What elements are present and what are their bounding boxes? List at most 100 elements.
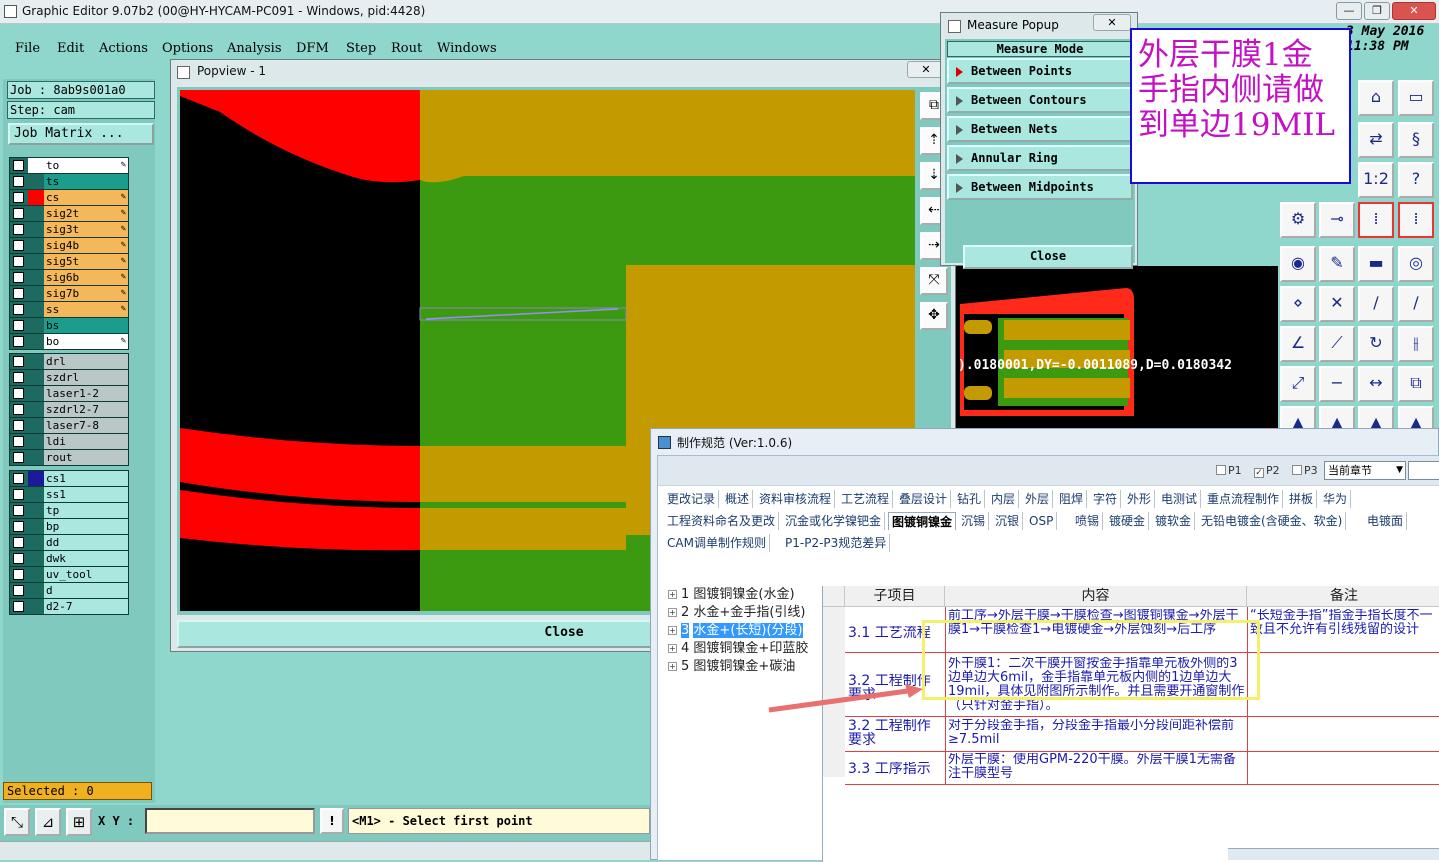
layer-name[interactable]: sig2t ✎ bbox=[44, 206, 128, 221]
target-tool-icon[interactable]: ◎ bbox=[1398, 246, 1434, 282]
zoom-area-icon[interactable]: ⤡ bbox=[4, 808, 30, 836]
menu-rout[interactable]: Rout bbox=[391, 41, 422, 56]
tree-item[interactable]: +4 图镀铜镍金+印蓝胶 bbox=[668, 640, 808, 658]
menu-dfm[interactable]: DFM bbox=[296, 41, 329, 56]
layer-row[interactable]: laser7-8 bbox=[10, 418, 128, 434]
rotate-tool-icon[interactable]: ↻ bbox=[1358, 326, 1394, 362]
layer-checkbox[interactable] bbox=[13, 388, 24, 399]
expand-icon[interactable]: + bbox=[668, 626, 677, 635]
layer-name[interactable]: uv_tool bbox=[44, 567, 128, 582]
spec-tab[interactable]: 外层 bbox=[1022, 490, 1054, 508]
tree-item[interactable]: +2 水金+金手指(引线) bbox=[668, 604, 805, 622]
layer-name[interactable]: laser7-8 bbox=[44, 418, 128, 433]
menu-options[interactable]: Options bbox=[162, 41, 213, 56]
pads-tool-icon[interactable]: ⁞ bbox=[1358, 202, 1394, 238]
layer-checkbox[interactable] bbox=[13, 288, 24, 299]
menu-step[interactable]: Step bbox=[346, 41, 376, 56]
spec-tab[interactable]: 沉银 bbox=[992, 512, 1024, 530]
layer-name[interactable]: sig5t ✎ bbox=[44, 254, 128, 269]
layer-row[interactable]: d bbox=[10, 583, 128, 599]
connect-tool-icon[interactable]: ⋄ bbox=[1280, 286, 1316, 322]
alert-button[interactable]: ! bbox=[320, 808, 344, 834]
layer-checkbox[interactable] bbox=[13, 537, 24, 548]
ruler-tool-icon[interactable]: ▬ bbox=[1358, 246, 1394, 282]
check-p3[interactable]: P3 bbox=[1292, 464, 1318, 477]
menu-file[interactable]: File bbox=[15, 41, 40, 56]
layer-name[interactable]: ts bbox=[44, 174, 128, 189]
layer-checkbox[interactable] bbox=[13, 505, 24, 516]
check-p1[interactable]: P1 bbox=[1216, 464, 1242, 477]
chapter-select[interactable]: 当前章节 ▼ bbox=[1324, 461, 1406, 480]
layer-name[interactable]: bo ✎ bbox=[44, 334, 128, 349]
layer-checkbox[interactable] bbox=[13, 372, 24, 383]
close-window-button[interactable]: ✕ bbox=[1392, 2, 1436, 20]
layer-checkbox[interactable] bbox=[13, 224, 24, 235]
layer-row[interactable]: sig7b ✎ bbox=[10, 286, 128, 302]
layer-checkbox[interactable] bbox=[13, 553, 24, 564]
layer-checkbox[interactable] bbox=[13, 521, 24, 532]
graphics-area-right[interactable]: ).0180001,DY=-0.0011089,D=0.0180342 bbox=[956, 266, 1278, 430]
layer-checkbox[interactable] bbox=[13, 320, 24, 331]
mode-between-nets[interactable]: Between Nets bbox=[947, 116, 1133, 142]
snap-grid-icon[interactable]: ⊞ bbox=[66, 808, 92, 836]
layer-checkbox[interactable] bbox=[13, 192, 24, 203]
spec-tab[interactable]: 字符 bbox=[1090, 490, 1122, 508]
spec-tab[interactable]: 华为 bbox=[1320, 490, 1352, 508]
layer-name[interactable]: drl bbox=[44, 354, 128, 369]
minimize-button[interactable]: — bbox=[1336, 2, 1362, 20]
layer-row[interactable]: drl bbox=[10, 354, 128, 370]
spec-tab[interactable]: 镀软金 bbox=[1152, 512, 1196, 530]
cross-tool-icon[interactable]: ✕ bbox=[1319, 286, 1355, 322]
menu-windows[interactable]: Windows bbox=[437, 41, 497, 56]
spec-tab[interactable]: 拼板 bbox=[1286, 490, 1318, 508]
expand-icon[interactable]: + bbox=[668, 644, 677, 653]
spec-tab[interactable]: P1-P2-P3规范差异 bbox=[782, 534, 891, 552]
spec-tab[interactable]: OSP bbox=[1026, 512, 1058, 530]
minus-tool-icon[interactable]: − bbox=[1319, 366, 1355, 402]
menu-actions[interactable]: Actions bbox=[99, 41, 148, 56]
check-p2[interactable]: ✓ P2 bbox=[1254, 464, 1280, 478]
layer-name[interactable]: ldi bbox=[44, 434, 128, 449]
help-tool-icon[interactable]: ? bbox=[1398, 162, 1434, 198]
layer-checkbox[interactable] bbox=[13, 304, 24, 315]
layer-checkbox[interactable] bbox=[13, 176, 24, 187]
layer-row[interactable]: dwk bbox=[10, 551, 128, 567]
spec-tab[interactable]: 更改记录 bbox=[664, 490, 720, 508]
mode-between-points[interactable]: Between Points bbox=[947, 58, 1133, 84]
layer-row[interactable]: ldi bbox=[10, 434, 128, 450]
s-tool-icon[interactable]: § bbox=[1398, 122, 1434, 158]
layer-checkbox[interactable] bbox=[13, 160, 24, 171]
layer-row[interactable]: bs bbox=[10, 318, 128, 334]
tree-item[interactable]: +5 图镀铜镍金+碳油 bbox=[668, 658, 795, 676]
layer-name[interactable]: bs bbox=[44, 318, 128, 333]
spec-tab[interactable]: 电测试 bbox=[1158, 490, 1202, 508]
pan-icon[interactable]: ✥ bbox=[920, 302, 948, 330]
spec-tab[interactable]: 重点流程制作 bbox=[1204, 490, 1284, 508]
layer-name[interactable]: laser1-2 bbox=[44, 386, 128, 401]
restore-button[interactable]: ❐ bbox=[1364, 2, 1390, 20]
layer-checkbox[interactable] bbox=[13, 452, 24, 463]
layer-checkbox[interactable] bbox=[13, 489, 24, 500]
layer-row[interactable]: szdrl bbox=[10, 370, 128, 386]
spec-tab[interactable]: 外形 bbox=[1124, 490, 1156, 508]
layer-name[interactable]: dd bbox=[44, 535, 128, 550]
expand-icon[interactable]: + bbox=[668, 662, 677, 671]
spec-tab[interactable]: 概述 bbox=[722, 490, 754, 508]
layer-row[interactable]: sig5t ✎ bbox=[10, 254, 128, 270]
layer-checkbox[interactable] bbox=[13, 473, 24, 484]
spec-tab[interactable]: 镀硬金 bbox=[1106, 512, 1150, 530]
spec-tab[interactable]: 无铅电镀金(含硬金、软金) bbox=[1198, 512, 1347, 530]
draw-tool-icon[interactable]: ✎ bbox=[1319, 246, 1355, 282]
tree-item[interactable]: +1 图镀铜镍金(水金) bbox=[668, 586, 795, 604]
layer-name[interactable]: szdrl bbox=[44, 370, 128, 385]
expand-icon[interactable]: + bbox=[668, 608, 677, 617]
layer-checkbox[interactable] bbox=[13, 336, 24, 347]
layer-row[interactable]: cs ✎ bbox=[10, 190, 128, 206]
layer-checkbox[interactable] bbox=[13, 404, 24, 415]
layer-row[interactable]: sig2t ✎ bbox=[10, 206, 128, 222]
layer-row[interactable]: sig4b ✎ bbox=[10, 238, 128, 254]
fit-icon[interactable]: ⤧ bbox=[920, 267, 948, 295]
split-tool-icon[interactable]: ⫲ bbox=[1398, 326, 1434, 362]
home-tool-icon[interactable]: ⌂ bbox=[1358, 80, 1394, 116]
layer-row[interactable]: szdrl2-7 bbox=[10, 402, 128, 418]
